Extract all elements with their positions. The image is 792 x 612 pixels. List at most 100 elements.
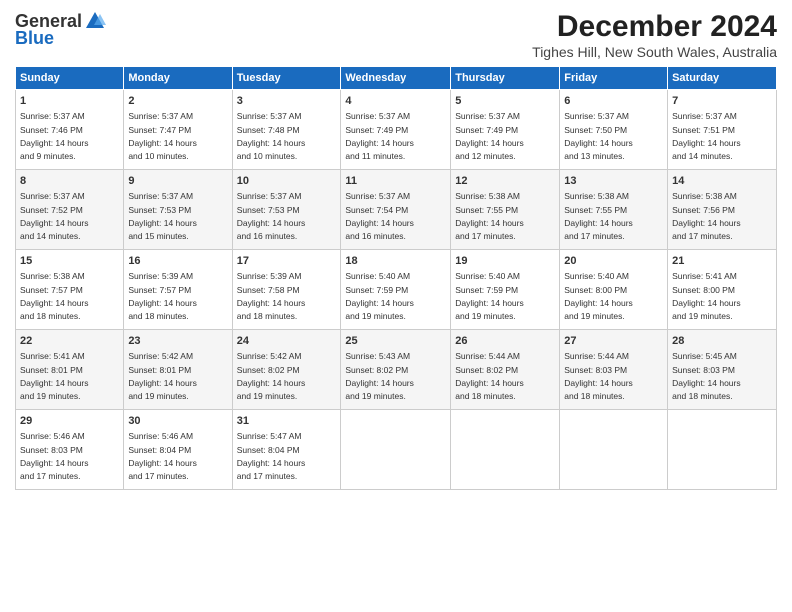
day-number: 16 xyxy=(128,254,227,269)
day-info: Sunrise: 5:37 AMSunset: 7:52 PMDaylight:… xyxy=(20,191,89,241)
day-number: 8 xyxy=(20,174,119,189)
day-number: 3 xyxy=(237,94,337,109)
calendar-day-cell: 4Sunrise: 5:37 AMSunset: 7:49 PMDaylight… xyxy=(341,90,451,170)
day-number: 29 xyxy=(20,414,119,429)
day-number: 28 xyxy=(672,334,772,349)
day-number: 31 xyxy=(237,414,337,429)
day-info: Sunrise: 5:42 AMSunset: 8:01 PMDaylight:… xyxy=(128,351,197,401)
calendar-day-cell: 30 Sunrise: 5:46 AMSunset: 8:04 PMDayligh… xyxy=(124,410,232,490)
day-info: Sunrise: 5:44 AMSunset: 8:02 PMDaylight:… xyxy=(455,351,524,401)
day-info: Sunrise: 5:42 AMSunset: 8:02 PMDaylight:… xyxy=(237,351,306,401)
calendar-day-cell: 25 Sunrise: 5:43 AMSunset: 8:02 PMDayligh… xyxy=(341,330,451,410)
calendar-day-cell: 7 Sunrise: 5:37 AMSunset: 7:51 PMDaylight… xyxy=(668,90,777,170)
calendar-day-header: Monday xyxy=(124,67,232,90)
day-info: Sunrise: 5:47 AMSunset: 8:04 PMDaylight:… xyxy=(237,431,306,481)
calendar-day-header: Friday xyxy=(560,67,668,90)
day-number: 12 xyxy=(455,174,555,189)
calendar-day-cell: 6 Sunrise: 5:37 AMSunset: 7:50 PMDaylight… xyxy=(560,90,668,170)
calendar-day-cell: 31 Sunrise: 5:47 AMSunset: 8:04 PMDayligh… xyxy=(232,410,341,490)
day-number: 15 xyxy=(20,254,119,269)
calendar-day-cell: 21Sunrise: 5:41 AMSunset: 8:00 PMDayligh… xyxy=(668,250,777,330)
calendar-day-cell: 29 Sunrise: 5:46 AMSunset: 8:03 PMDayligh… xyxy=(16,410,124,490)
day-number: 26 xyxy=(455,334,555,349)
calendar-day-cell: 26 Sunrise: 5:44 AMSunset: 8:02 PMDayligh… xyxy=(451,330,560,410)
day-info: Sunrise: 5:37 AMSunset: 7:47 PMDaylight:… xyxy=(128,111,197,161)
calendar-day-cell: 22Sunrise: 5:41 AMSunset: 8:01 PMDayligh… xyxy=(16,330,124,410)
day-number: 7 xyxy=(672,94,772,109)
calendar-week-row: 29 Sunrise: 5:46 AMSunset: 8:03 PMDayligh… xyxy=(16,410,777,490)
day-info: Sunrise: 5:39 AMSunset: 7:58 PMDaylight:… xyxy=(237,271,306,321)
calendar-day-cell: 12Sunrise: 5:38 AMSunset: 7:55 PMDayligh… xyxy=(451,170,560,250)
day-info: Sunrise: 5:37 AMSunset: 7:49 PMDaylight:… xyxy=(455,111,524,161)
calendar-day-header: Sunday xyxy=(16,67,124,90)
logo-blue: Blue xyxy=(15,28,54,49)
day-info: Sunrise: 5:37 AMSunset: 7:51 PMDaylight:… xyxy=(672,111,741,161)
calendar-week-row: 8 Sunrise: 5:37 AMSunset: 7:52 PMDaylight… xyxy=(16,170,777,250)
logo-icon xyxy=(84,10,106,32)
day-number: 23 xyxy=(128,334,227,349)
day-number: 5 xyxy=(455,94,555,109)
day-number: 17 xyxy=(237,254,337,269)
day-info: Sunrise: 5:38 AMSunset: 7:55 PMDaylight:… xyxy=(564,191,633,241)
calendar-day-cell: 23 Sunrise: 5:42 AMSunset: 8:01 PMDayligh… xyxy=(124,330,232,410)
subtitle: Tighes Hill, New South Wales, Australia xyxy=(532,44,777,60)
day-info: Sunrise: 5:37 AMSunset: 7:48 PMDaylight:… xyxy=(237,111,306,161)
calendar: SundayMondayTuesdayWednesdayThursdayFrid… xyxy=(15,66,777,490)
calendar-day-cell: 19 Sunrise: 5:40 AMSunset: 7:59 PMDayligh… xyxy=(451,250,560,330)
day-number: 14 xyxy=(672,174,772,189)
day-info: Sunrise: 5:37 AMSunset: 7:53 PMDaylight:… xyxy=(237,191,306,241)
calendar-day-cell: 2 Sunrise: 5:37 AMSunset: 7:47 PMDaylight… xyxy=(124,90,232,170)
calendar-day-cell: 16Sunrise: 5:39 AMSunset: 7:57 PMDayligh… xyxy=(124,250,232,330)
calendar-day-cell: 17 Sunrise: 5:39 AMSunset: 7:58 PMDayligh… xyxy=(232,250,341,330)
day-info: Sunrise: 5:37 AMSunset: 7:46 PMDaylight:… xyxy=(20,111,89,161)
day-info: Sunrise: 5:40 AMSunset: 7:59 PMDaylight:… xyxy=(345,271,414,321)
day-number: 25 xyxy=(345,334,446,349)
calendar-day-cell xyxy=(560,410,668,490)
calendar-day-header: Wednesday xyxy=(341,67,451,90)
day-number: 10 xyxy=(237,174,337,189)
calendar-day-cell: 13 Sunrise: 5:38 AMSunset: 7:55 PMDayligh… xyxy=(560,170,668,250)
calendar-day-cell: 9Sunrise: 5:37 AMSunset: 7:53 PMDaylight… xyxy=(124,170,232,250)
day-info: Sunrise: 5:43 AMSunset: 8:02 PMDaylight:… xyxy=(345,351,414,401)
calendar-day-cell: 14Sunrise: 5:38 AMSunset: 7:56 PMDayligh… xyxy=(668,170,777,250)
calendar-day-cell xyxy=(341,410,451,490)
calendar-day-header: Thursday xyxy=(451,67,560,90)
calendar-day-cell: 28 Sunrise: 5:45 AMSunset: 8:03 PMDayligh… xyxy=(668,330,777,410)
calendar-day-cell xyxy=(451,410,560,490)
day-number: 13 xyxy=(564,174,663,189)
header: General Blue December 2024 Tighes Hill, … xyxy=(15,10,777,60)
day-number: 1 xyxy=(20,94,119,109)
day-info: Sunrise: 5:37 AMSunset: 7:49 PMDaylight:… xyxy=(345,111,414,161)
day-number: 30 xyxy=(128,414,227,429)
day-number: 21 xyxy=(672,254,772,269)
day-info: Sunrise: 5:40 AMSunset: 7:59 PMDaylight:… xyxy=(455,271,524,321)
day-info: Sunrise: 5:40 AMSunset: 8:00 PMDaylight:… xyxy=(564,271,633,321)
day-info: Sunrise: 5:45 AMSunset: 8:03 PMDaylight:… xyxy=(672,351,741,401)
calendar-day-cell: 1 Sunrise: 5:37 AMSunset: 7:46 PMDaylight… xyxy=(16,90,124,170)
day-info: Sunrise: 5:37 AMSunset: 7:54 PMDaylight:… xyxy=(345,191,414,241)
calendar-day-cell: 20 Sunrise: 5:40 AMSunset: 8:00 PMDayligh… xyxy=(560,250,668,330)
day-number: 2 xyxy=(128,94,227,109)
calendar-day-cell: 10 Sunrise: 5:37 AMSunset: 7:53 PMDayligh… xyxy=(232,170,341,250)
day-info: Sunrise: 5:46 AMSunset: 8:04 PMDaylight:… xyxy=(128,431,197,481)
day-number: 19 xyxy=(455,254,555,269)
day-number: 6 xyxy=(564,94,663,109)
calendar-day-cell: 18Sunrise: 5:40 AMSunset: 7:59 PMDayligh… xyxy=(341,250,451,330)
day-number: 24 xyxy=(237,334,337,349)
day-number: 11 xyxy=(345,174,446,189)
calendar-day-cell: 3 Sunrise: 5:37 AMSunset: 7:48 PMDaylight… xyxy=(232,90,341,170)
calendar-week-row: 15 Sunrise: 5:38 AMSunset: 7:57 PMDayligh… xyxy=(16,250,777,330)
calendar-day-header: Tuesday xyxy=(232,67,341,90)
calendar-week-row: 22Sunrise: 5:41 AMSunset: 8:01 PMDayligh… xyxy=(16,330,777,410)
title-block: December 2024 Tighes Hill, New South Wal… xyxy=(532,10,777,60)
day-info: Sunrise: 5:46 AMSunset: 8:03 PMDaylight:… xyxy=(20,431,89,481)
day-number: 22 xyxy=(20,334,119,349)
day-info: Sunrise: 5:37 AMSunset: 7:50 PMDaylight:… xyxy=(564,111,633,161)
calendar-day-header: Saturday xyxy=(668,67,777,90)
day-info: Sunrise: 5:38 AMSunset: 7:57 PMDaylight:… xyxy=(20,271,89,321)
day-number: 27 xyxy=(564,334,663,349)
day-number: 20 xyxy=(564,254,663,269)
page: General Blue December 2024 Tighes Hill, … xyxy=(0,0,792,612)
calendar-day-cell: 5 Sunrise: 5:37 AMSunset: 7:49 PMDaylight… xyxy=(451,90,560,170)
day-info: Sunrise: 5:37 AMSunset: 7:53 PMDaylight:… xyxy=(128,191,197,241)
